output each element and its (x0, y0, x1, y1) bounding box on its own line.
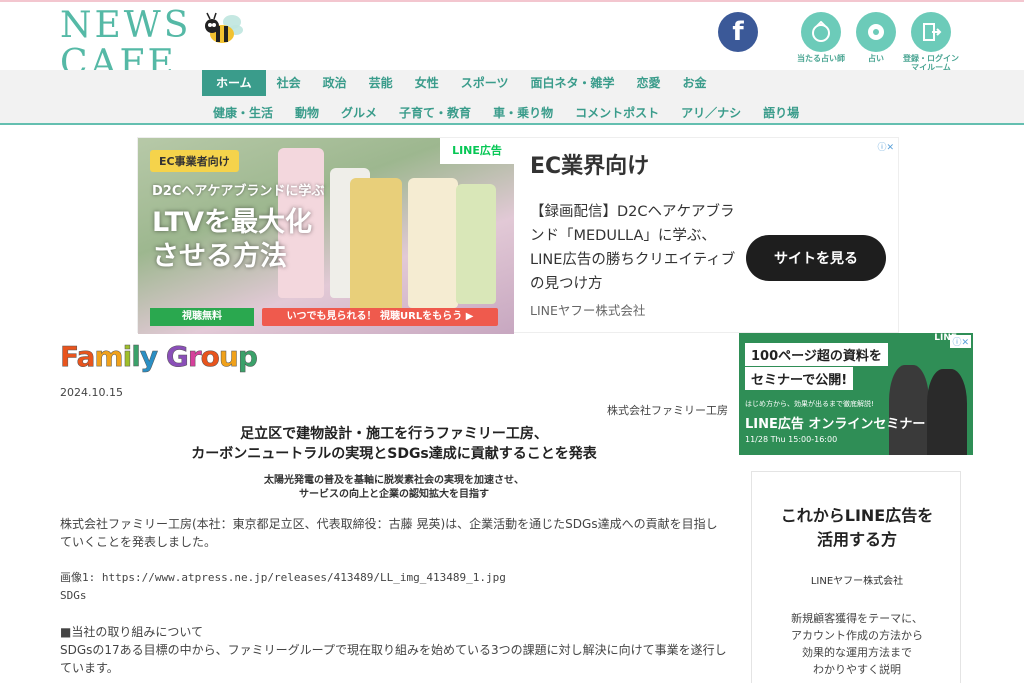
side-ad-date: 11/28 Thu 15:00-16:00 (745, 435, 838, 444)
horoscope-icon (856, 12, 896, 52)
article-subtitle-line2: サービスの向上と企業の認知拡大を目指す (299, 489, 489, 500)
login-door-icon (911, 12, 951, 52)
nav-gourmet[interactable]: グルメ (330, 100, 388, 126)
adchoices-close-icon[interactable]: ⓘ✕ (875, 140, 896, 153)
ad-headline: EC業界向け (530, 154, 650, 179)
article-image-caption: SDGs (60, 589, 87, 602)
side-ad-small: はじめ方から、効果が出るまで徹底解説! (745, 400, 874, 408)
nav-society[interactable]: 社会 (266, 70, 312, 96)
side-ad-line2: セミナーで公開! (745, 367, 854, 390)
nav-parenting[interactable]: 子育て・教育 (388, 100, 482, 126)
article-date: 2024.10.15 (60, 386, 123, 399)
article-paragraph-1: 株式会社ファミリー工房(本社：東京都足立区、代表取締役：古藤 晃英)は、企業活動… (60, 517, 718, 549)
article-company: 株式会社ファミリー工房 (607, 404, 728, 417)
nav-sports[interactable]: スポーツ (450, 70, 520, 96)
facebook-glyph: f (732, 17, 744, 47)
ad-free-view-button[interactable]: 視聴無料 (150, 308, 254, 326)
nav-comment-post[interactable]: コメントポスト (564, 100, 670, 126)
top-banner-ad[interactable]: EC事業者向け D2Cヘアケアブランドに学ぶ LTVを最大化 させる方法 視聴無… (137, 137, 899, 334)
bee-mascot-icon (205, 12, 243, 43)
article-paragraph-2: SDGsの17ある目標の中から、ファミリーグループで現在取り組みを始めている3つ… (60, 643, 727, 675)
article-title: 足立区で建物設計・施工を行うファミリー工房、 カーボンニュートラルの実現とSDG… (60, 424, 728, 464)
side-ad-line1: 100ページ超の資料を (745, 343, 888, 366)
ad-product-image: EC事業者向け D2Cヘアケアブランドに学ぶ LTVを最大化 させる方法 視聴無… (138, 138, 514, 334)
article-subtitle-line1: 太陽光発電の普及を基軸に脱炭素社会の実現を加速させ、 (264, 475, 524, 486)
article-section-heading: ■当社の取り組みについて (60, 625, 203, 639)
top-accent-line (0, 0, 1024, 2)
nav-ari-nashi[interactable]: アリ／ナシ (670, 100, 752, 126)
nav-animals[interactable]: 動物 (284, 100, 330, 126)
ad-visit-site-button[interactable]: サイトを見る (746, 235, 886, 281)
nav-women[interactable]: 女性 (404, 70, 450, 96)
nav-row-secondary: 健康・生活 動物 グルメ 子育て・教育 車・乗り物 コメントポスト アリ／ナシ … (202, 100, 810, 126)
ad-big-text-2: させる方法 (152, 241, 287, 272)
article-subtitle: 太陽光発電の普及を基軸に脱炭素社会の実現を加速させ、 サービスの向上と企業の認知… (60, 474, 728, 502)
family-group-logo: Family Group (60, 340, 258, 374)
facebook-icon[interactable]: f (718, 12, 758, 52)
article-body: 株式会社ファミリー工房(本社：東京都足立区、代表取締役：古藤 晃英)は、企業活動… (60, 515, 728, 677)
article-title-line2: カーボンニュートラルの実現とSDGs達成に貢献することを発表 (191, 446, 597, 462)
nav-love[interactable]: 恋愛 (625, 70, 671, 96)
nav-talk[interactable]: 語り場 (752, 100, 810, 126)
nav-money[interactable]: お金 (672, 70, 718, 96)
nav-entertainment[interactable]: 芸能 (358, 70, 404, 96)
nav-politics[interactable]: 政治 (312, 70, 358, 96)
login-link[interactable]: 登録・ログイン マイルーム (896, 12, 966, 72)
side-text-ad-desc: 新規顧客獲得をテーマに、 アカウント作成の方法から 効果的な運用方法まで わかりやすく… (791, 612, 923, 676)
side-text-ad[interactable]: これからLINE広告を 活用する方 LINEヤフー株式会社 新規顧客獲得をテーマに… (751, 471, 961, 683)
ad-badge: EC事業者向け (150, 150, 239, 172)
nav-cars[interactable]: 車・乗り物 (482, 100, 564, 126)
logo-line-news: NEWS (60, 5, 192, 46)
article-title-line1: 足立区で建物設計・施工を行うファミリー工房、 (240, 426, 548, 442)
side-text-ad-title: これからLINE広告を 活用する方 (780, 506, 934, 549)
article-image-ref[interactable]: 画像1: https://www.atpress.ne.jp/releases/… (60, 569, 728, 587)
side-adchoices-close-icon[interactable]: ⓘ✕ (950, 335, 971, 348)
ad-get-url-button[interactable]: いつでも見られる！ 視聴URLをもらう ▶ (262, 308, 498, 326)
nav-row-primary: ホーム 社会 政治 芸能 女性 スポーツ 面白ネタ・雑学 恋愛 お金 (202, 70, 718, 96)
ad-body-text: 【録画配信】D2Cヘアケアブランド「MEDULLA」に学ぶ、LINE広告の勝ちク… (530, 204, 736, 292)
ad-subheadline: D2Cヘアケアブランドに学ぶ (152, 184, 325, 199)
side-ad-title: LINE広告 オンラインセミナー (745, 417, 926, 432)
side-banner-ad[interactable]: 100ページ超の資料を セミナーで公開! はじめ方から、効果が出るまで徹底解説!… (739, 333, 973, 455)
presenter-photo-1 (889, 365, 929, 455)
presenter-photo-2 (927, 369, 967, 455)
nav-health[interactable]: 健康・生活 (202, 100, 284, 126)
ad-company: LINEヤフー株式会社 (530, 303, 646, 318)
fortune-teller-icon (801, 12, 841, 52)
ad-line-flag: LINE広告 (440, 138, 514, 164)
nav-trivia[interactable]: 面白ネタ・雑学 (519, 70, 625, 96)
nav-home[interactable]: ホーム (202, 70, 266, 96)
side-text-ad-company: LINEヤフー株式会社 (810, 576, 904, 587)
